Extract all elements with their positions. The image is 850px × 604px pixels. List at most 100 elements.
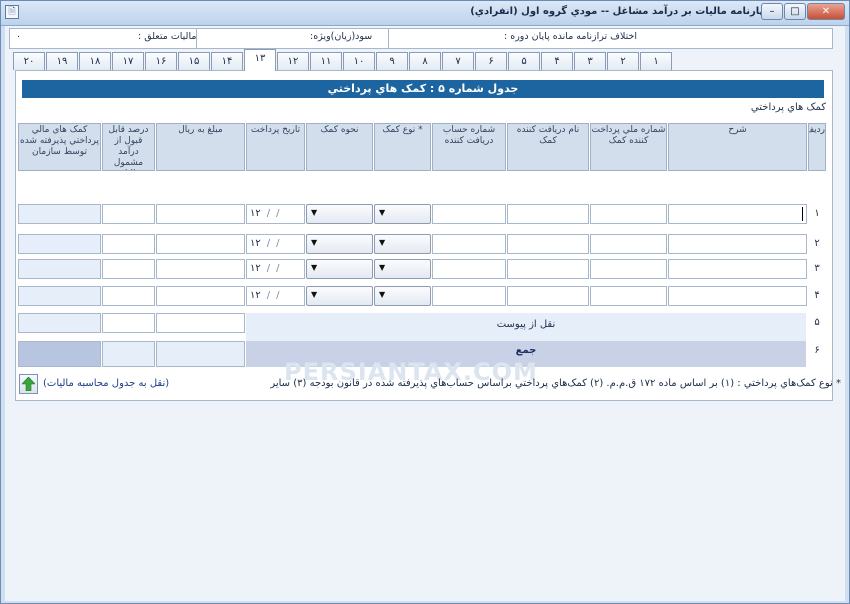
- amount-field[interactable]: [156, 259, 245, 279]
- aid-method-dropdown[interactable]: ▼: [306, 204, 373, 224]
- column-header-accepted-by-org: کمک هاي مالي پرداختي پذيرفته شده توسط سا…: [18, 123, 101, 171]
- chevron-down-icon: ▼: [379, 263, 386, 272]
- date-separator: /: [266, 290, 271, 301]
- amount-field[interactable]: [156, 234, 245, 254]
- tab-18[interactable]: ۱۸: [79, 52, 111, 70]
- recipient-name-field[interactable]: [507, 234, 589, 254]
- payment-date-field[interactable]: ۱۲ / /: [246, 259, 305, 279]
- recipient-name-field[interactable]: [507, 286, 589, 306]
- tab-14[interactable]: ۱۴: [211, 52, 243, 70]
- tab-15[interactable]: ۱۵: [178, 52, 210, 70]
- deductible-percent-field[interactable]: [102, 259, 155, 279]
- tab-6[interactable]: ۶: [475, 52, 507, 70]
- summary-bar: ۰ ماليات متعلق : سود(زيان)ويژه: اختلاف ت…: [9, 28, 833, 49]
- date-year: ۱۲: [250, 263, 261, 274]
- description-field[interactable]: [668, 286, 807, 306]
- payer-id-field[interactable]: [590, 204, 667, 224]
- minimize-button[interactable]: –: [761, 3, 783, 20]
- row5-label: نقل از پيوست: [246, 313, 806, 341]
- payment-date-field[interactable]: ۱۲ / /: [246, 204, 305, 224]
- divider: [388, 29, 389, 48]
- payment-date-field[interactable]: ۱۲ / /: [246, 234, 305, 254]
- column-header-recipient-name: نام دريافت کننده کمک: [507, 123, 589, 171]
- accepted-by-org-field: [18, 204, 101, 224]
- payer-id-field[interactable]: [590, 286, 667, 306]
- amount-field[interactable]: [156, 313, 245, 333]
- deductible-percent-field[interactable]: [102, 286, 155, 306]
- recipient-account-field[interactable]: [432, 286, 506, 306]
- transfer-to-tax-calc-link[interactable]: (نقل به جدول محاسبه ماليات): [43, 378, 169, 389]
- chevron-down-icon: ▼: [311, 208, 318, 217]
- payer-id-field[interactable]: [590, 259, 667, 279]
- row-number: ۵: [814, 317, 820, 328]
- payment-date-field[interactable]: ۱۲ / /: [246, 286, 305, 306]
- date-separator: /: [276, 208, 280, 219]
- recipient-name-field[interactable]: [507, 204, 589, 224]
- amount-field[interactable]: [156, 286, 245, 306]
- deductible-percent-field[interactable]: [102, 204, 155, 224]
- tab-13[interactable]: ۱۳: [244, 49, 276, 71]
- tab-4[interactable]: ۴: [541, 52, 573, 70]
- date-separator: /: [266, 208, 271, 219]
- aid-type-dropdown[interactable]: ▼: [374, 259, 431, 279]
- tab-12[interactable]: ۱۲: [277, 52, 309, 70]
- aid-method-dropdown[interactable]: ▼: [306, 286, 373, 306]
- tab-9[interactable]: ۹: [376, 52, 408, 70]
- tab-2[interactable]: ۲: [607, 52, 639, 70]
- description-field[interactable]: [668, 259, 807, 279]
- tab-16[interactable]: ۱۶: [145, 52, 177, 70]
- tab-8[interactable]: ۸: [409, 52, 441, 70]
- payer-id-field[interactable]: [590, 234, 667, 254]
- transfer-button[interactable]: [19, 374, 38, 394]
- deductible-percent-field[interactable]: [102, 234, 155, 254]
- maximize-button[interactable]: □: [784, 3, 806, 20]
- date-separator: /: [266, 238, 271, 249]
- tab-17[interactable]: ۱۷: [112, 52, 144, 70]
- amount-field[interactable]: [156, 204, 245, 224]
- close-button[interactable]: ✕: [807, 3, 845, 20]
- column-header-aid-method: نحوه کمک: [306, 123, 373, 171]
- aid-type-dropdown[interactable]: ▼: [374, 234, 431, 254]
- main-window: 🗎 اظهارنامه ماليات بر درآمد مشاغل -- مود…: [0, 0, 850, 604]
- window-title: اظهارنامه ماليات بر درآمد مشاغل -- مودي …: [470, 6, 779, 17]
- date-separator: /: [266, 263, 271, 274]
- tab-5[interactable]: ۵: [508, 52, 540, 70]
- row-number: ۳: [814, 263, 820, 274]
- aid-type-dropdown[interactable]: ▼: [374, 204, 431, 224]
- title-bar[interactable]: 🗎 اظهارنامه ماليات بر درآمد مشاغل -- مود…: [1, 1, 849, 26]
- accepted-by-org-field: [18, 313, 101, 333]
- table-subtitle: کمک هاي پرداختي: [750, 102, 826, 113]
- balance-diff-label: اختلاف ترازنامه مانده پايان دوره :: [504, 31, 638, 42]
- recipient-account-field[interactable]: [432, 204, 506, 224]
- date-year: ۱۲: [250, 238, 261, 249]
- column-header-deductible-percent: درصد قابل قبول از درآمد مشمول ماليات: [102, 123, 155, 171]
- tab-7[interactable]: ۷: [442, 52, 474, 70]
- chevron-down-icon: ▼: [379, 238, 386, 247]
- recipient-account-field[interactable]: [432, 234, 506, 254]
- column-header-recipient-account: شماره حساب دريافت کننده: [432, 123, 506, 171]
- tab-strip: ۱ ۲ ۳ ۴ ۵ ۶ ۷ ۸ ۹ ۱۰ ۱۱ ۱۲ ۱۳ ۱۴ ۱۵ ۱۶ ۱۷ ۱۸ ۱۹ ۲۰: [9, 49, 833, 71]
- tab-10[interactable]: ۱۰: [343, 52, 375, 70]
- table-title: جدول شماره ۵ : کمک هاي پرداختي: [22, 80, 824, 98]
- recipient-account-field[interactable]: [432, 259, 506, 279]
- deductible-percent-field[interactable]: [102, 313, 155, 333]
- column-header-payment-date: تاريخ پرداخت: [246, 123, 305, 171]
- date-separator: /: [276, 238, 280, 249]
- accepted-by-org-field: [18, 259, 101, 279]
- tab-19[interactable]: ۱۹: [46, 52, 78, 70]
- tab-1[interactable]: ۱: [640, 52, 672, 70]
- aid-method-dropdown[interactable]: ▼: [306, 259, 373, 279]
- recipient-name-field[interactable]: [507, 259, 589, 279]
- aid-type-dropdown[interactable]: ▼: [374, 286, 431, 306]
- row-number: ۴: [814, 290, 820, 301]
- description-field[interactable]: [668, 204, 807, 224]
- profit-label: سود(زيان)ويژه:: [310, 31, 373, 42]
- tab-20[interactable]: ۲۰: [13, 52, 45, 70]
- tab-3[interactable]: ۳: [574, 52, 606, 70]
- aid-method-dropdown[interactable]: ▼: [306, 234, 373, 254]
- tab-11[interactable]: ۱۱: [310, 52, 342, 70]
- description-field[interactable]: [668, 234, 807, 254]
- row-number: ۱: [814, 208, 820, 219]
- chevron-down-icon: ▼: [379, 208, 386, 217]
- column-header-aid-type: * نوع کمک: [374, 123, 431, 171]
